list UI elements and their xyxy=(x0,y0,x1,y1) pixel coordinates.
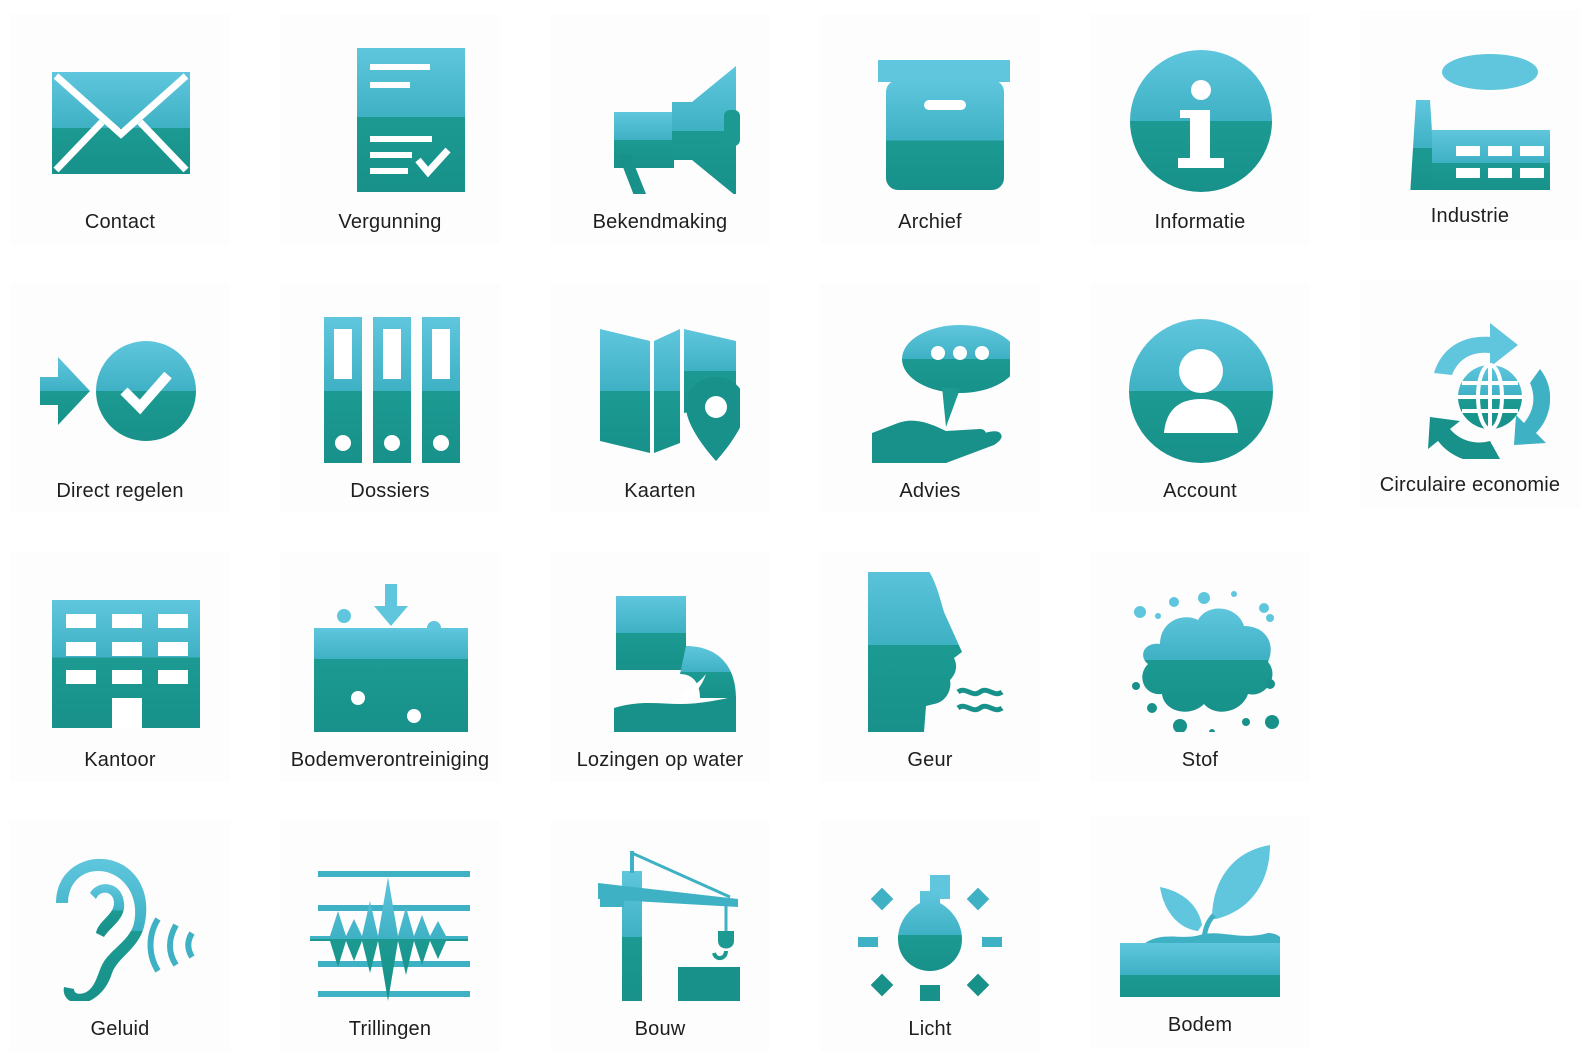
tile-geur[interactable]: Geur xyxy=(820,552,1040,782)
permit-document-icon xyxy=(310,34,470,194)
tile-label: Kaarten xyxy=(624,480,696,502)
tile-advies[interactable]: Advies xyxy=(820,283,1040,513)
tile-label: Trillingen xyxy=(348,1018,432,1040)
soil-pollution-icon xyxy=(310,572,470,732)
tile-label: Direct regelen xyxy=(56,480,184,502)
tile-bouw[interactable]: Bouw xyxy=(550,821,770,1051)
info-icon xyxy=(1120,34,1280,194)
tile-industrie[interactable]: Industrie xyxy=(1360,10,1580,240)
tile-label: Bodemverontreiniging xyxy=(290,749,490,771)
tile-trillingen[interactable]: Trillingen xyxy=(280,821,500,1051)
icon-grid: Contact Vergunning Bekendmaking Archief … xyxy=(0,0,1584,1054)
tile-bodem[interactable]: Bodem xyxy=(1090,817,1310,1047)
tile-label: Circulaire economie xyxy=(1379,474,1561,496)
tile-lozingen-op-water[interactable]: Lozingen op water xyxy=(550,552,770,782)
map-pin-icon xyxy=(580,303,740,463)
office-building-icon xyxy=(40,572,200,732)
ear-sound-icon xyxy=(40,841,200,1001)
water-discharge-icon xyxy=(580,572,740,732)
tile-direct-regelen[interactable]: Direct regelen xyxy=(10,283,230,513)
tile-kantoor[interactable]: Kantoor xyxy=(10,552,230,782)
circular-economy-icon xyxy=(1390,299,1550,459)
tile-label: Industrie xyxy=(1430,205,1510,227)
envelope-icon xyxy=(40,34,200,194)
tile-label: Bodem xyxy=(1167,1014,1233,1036)
tile-label: Archief xyxy=(898,211,962,233)
tile-vergunning[interactable]: Vergunning xyxy=(280,14,500,244)
factory-icon xyxy=(1390,30,1550,190)
megaphone-icon xyxy=(580,34,740,194)
dust-cloud-icon xyxy=(1120,572,1280,732)
tile-label: Advies xyxy=(899,480,961,502)
light-bulb-icon xyxy=(850,841,1010,1001)
plant-soil-icon xyxy=(1120,837,1280,997)
tile-informatie[interactable]: Informatie xyxy=(1090,14,1310,244)
tile-bodemverontreiniging[interactable]: Bodemverontreiniging xyxy=(280,552,500,782)
tile-label: Informatie xyxy=(1154,211,1246,233)
tile-label: Bekendmaking xyxy=(592,211,728,233)
tile-stof[interactable]: Stof xyxy=(1090,552,1310,782)
tile-label: Geur xyxy=(907,749,953,771)
archive-box-icon xyxy=(850,34,1010,194)
tile-label: Vergunning xyxy=(338,211,442,233)
advice-hand-icon xyxy=(850,303,1010,463)
user-account-icon xyxy=(1120,303,1280,463)
arrow-check-icon xyxy=(40,303,200,463)
tile-label: Lozingen op water xyxy=(576,749,744,771)
binders-icon xyxy=(310,303,470,463)
tile-account[interactable]: Account xyxy=(1090,283,1310,513)
tile-label: Stof xyxy=(1181,749,1219,771)
tile-contact[interactable]: Contact xyxy=(10,14,230,244)
tile-archief[interactable]: Archief xyxy=(820,14,1040,244)
tile-bekendmaking[interactable]: Bekendmaking xyxy=(550,14,770,244)
vibration-icon xyxy=(310,841,470,1001)
tile-label: Dossiers xyxy=(350,480,430,502)
tile-label: Kantoor xyxy=(84,749,156,771)
crane-icon xyxy=(580,841,740,1001)
tile-kaarten[interactable]: Kaarten xyxy=(550,283,770,513)
tile-label: Bouw xyxy=(634,1018,686,1040)
smell-face-icon xyxy=(850,572,1010,732)
tile-dossiers[interactable]: Dossiers xyxy=(280,283,500,513)
tile-licht[interactable]: Licht xyxy=(820,821,1040,1051)
tile-geluid[interactable]: Geluid xyxy=(10,821,230,1051)
tile-label: Geluid xyxy=(90,1018,150,1040)
tile-label: Account xyxy=(1163,480,1237,502)
tile-label: Licht xyxy=(908,1018,952,1040)
tile-label: Contact xyxy=(84,211,156,233)
tile-circulaire-economie[interactable]: Circulaire economie xyxy=(1360,279,1580,509)
